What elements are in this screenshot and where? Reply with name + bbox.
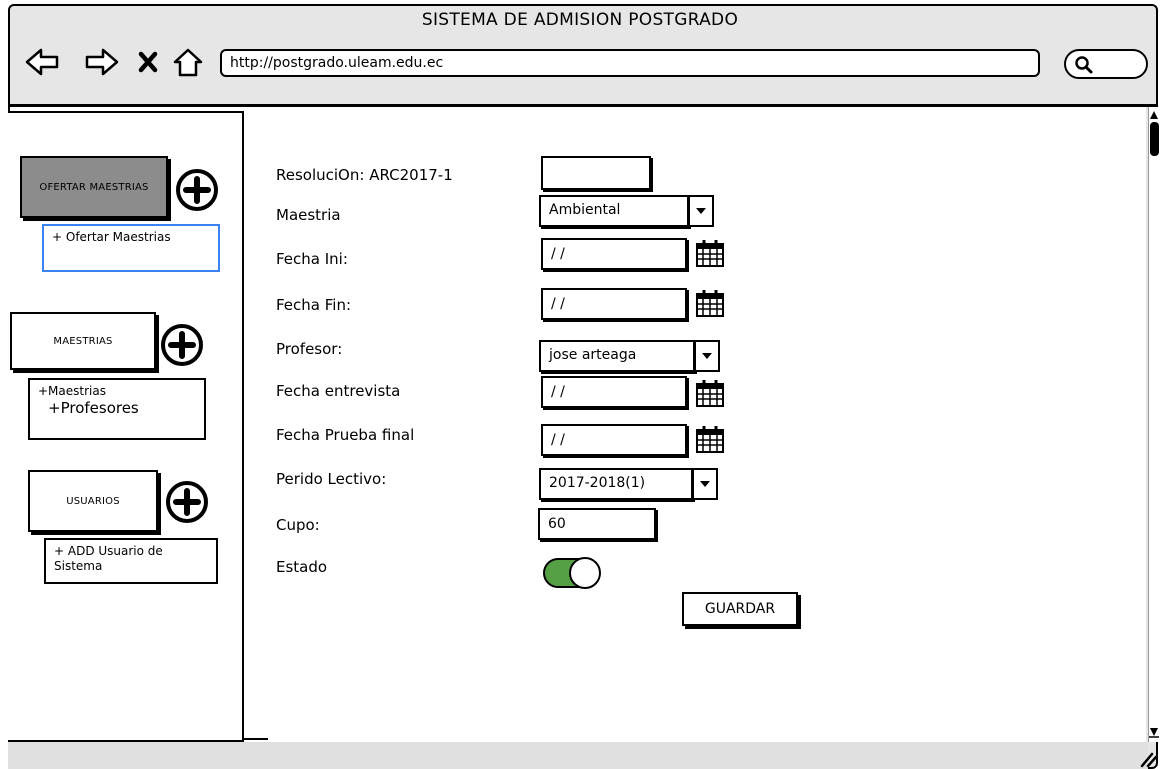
- sidebar-submenu-maestrias: +Maestrias +Profesores: [28, 378, 206, 440]
- sidebar-item-maestrias[interactable]: +Maestrias: [38, 384, 196, 399]
- status-bar: [8, 742, 1148, 769]
- resize-grip-icon[interactable]: [1136, 748, 1158, 768]
- cupo-input[interactable]: 60: [538, 508, 656, 540]
- label-maestria: Maestria: [276, 206, 341, 224]
- sidebar-item-add-usuario[interactable]: + ADD Usuario de Sistema: [44, 538, 218, 584]
- sidebar-section-maestrias[interactable]: MAESTRIAS: [10, 312, 156, 370]
- toggle-knob[interactable]: [569, 557, 601, 589]
- browser-search-box[interactable]: [1064, 49, 1148, 79]
- resolucion-input[interactable]: [541, 156, 651, 190]
- label-profesor: Profesor:: [276, 340, 343, 358]
- sidebar-bottom-edge: [244, 738, 268, 740]
- back-arrow-icon[interactable]: [24, 44, 60, 80]
- label-periodo-lectivo: Perido Lectivo:: [276, 470, 387, 488]
- forward-arrow-icon[interactable]: [84, 44, 120, 80]
- periodo-lectivo-select[interactable]: 2017-2018(1): [539, 468, 693, 500]
- scrollbar[interactable]: [1148, 107, 1160, 742]
- browser-title: SISTEMA DE ADMISION POSTGRADO: [421, 10, 739, 30]
- calendar-icon[interactable]: [695, 424, 725, 454]
- sidebar-section-ofertar-maestrias[interactable]: OFERTAR MAESTRIAS: [20, 156, 168, 218]
- fecha-fin-input[interactable]: / /: [541, 288, 687, 320]
- guardar-button[interactable]: GUARDAR: [682, 592, 798, 626]
- chevron-down-icon[interactable]: [692, 468, 718, 500]
- chevron-down-icon[interactable]: [688, 195, 714, 227]
- label-resolucion: ResoluciOn: ARC2017-1: [276, 166, 453, 184]
- home-icon[interactable]: [170, 44, 206, 80]
- plus-circle-icon[interactable]: [165, 480, 209, 524]
- label-cupo: Cupo:: [276, 516, 320, 534]
- label-fecha-entrevista: Fecha entrevista: [276, 382, 401, 400]
- scroll-up-icon[interactable]: [1149, 109, 1159, 121]
- sidebar-section-usuarios[interactable]: USUARIOS: [28, 470, 158, 532]
- close-x-icon[interactable]: [134, 46, 162, 78]
- calendar-icon[interactable]: [695, 288, 725, 318]
- plus-circle-icon[interactable]: [160, 323, 204, 367]
- sidebar-item-ofertar-maestrias[interactable]: + Ofertar Maestrias: [42, 224, 220, 272]
- fecha-prueba-final-input[interactable]: / /: [541, 424, 687, 456]
- sidebar-item-profesores[interactable]: +Profesores: [38, 399, 196, 417]
- scroll-thumb[interactable]: [1150, 122, 1159, 156]
- fecha-entrevista-input[interactable]: / /: [541, 376, 687, 408]
- profesor-select[interactable]: jose arteaga: [539, 340, 695, 372]
- label-fecha-ini: Fecha Ini:: [276, 250, 348, 268]
- label-estado: Estado: [276, 558, 328, 576]
- calendar-icon[interactable]: [695, 378, 725, 408]
- label-fecha-prueba-final: Fecha Prueba final: [276, 426, 415, 444]
- calendar-icon[interactable]: [695, 238, 725, 268]
- scroll-down-icon[interactable]: [1149, 726, 1159, 738]
- plus-circle-icon[interactable]: [175, 168, 219, 212]
- magnifier-icon: [1075, 56, 1093, 74]
- url-bar[interactable]: http://postgrado.uleam.edu.ec: [220, 49, 1040, 77]
- fecha-ini-input[interactable]: / /: [541, 238, 687, 270]
- label-fecha-fin: Fecha Fin:: [276, 296, 352, 314]
- maestria-select[interactable]: Ambiental: [539, 195, 689, 227]
- chevron-down-icon[interactable]: [694, 340, 720, 372]
